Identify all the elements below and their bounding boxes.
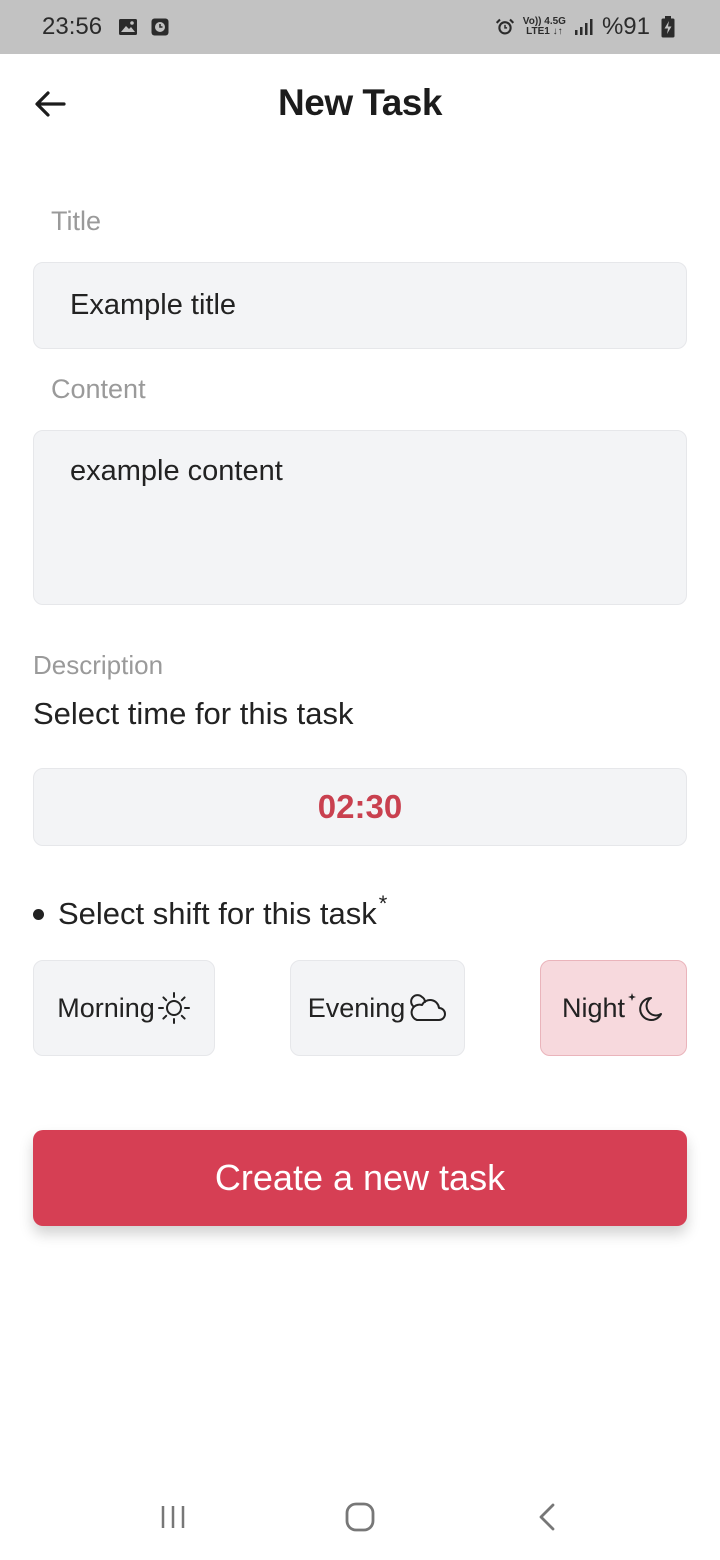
title-label: Title: [51, 206, 102, 236]
page-title: New Task: [278, 82, 442, 123]
sun-icon: [157, 992, 190, 1024]
clock-app-icon: [150, 17, 170, 37]
recent-apps-button[interactable]: [143, 1487, 203, 1547]
shift-night-label: Night: [561, 992, 626, 1023]
signal-icon: [574, 17, 594, 37]
network-bottom-text: LTE1 ↓↑: [526, 26, 563, 37]
status-bar: 23:56 Vo)) 4.5G LTE1 ↓↑ %91: [0, 0, 720, 54]
content-label: Content: [51, 374, 146, 404]
time-value: 02:30: [317, 788, 403, 825]
title-input[interactable]: Example title: [33, 262, 687, 349]
alarm-icon: [495, 17, 515, 37]
shift-evening-button[interactable]: Evening: [290, 960, 465, 1056]
moon-star-icon: [628, 993, 663, 1021]
bullet-icon: [33, 908, 44, 920]
network-indicator: Vo)) 4.5G LTE1 ↓↑: [523, 17, 566, 37]
system-nav-bar: [0, 1474, 720, 1560]
battery-charging-icon: [658, 16, 678, 38]
shift-label: Select shift for this task *: [33, 891, 387, 932]
system-back-button[interactable]: [517, 1487, 577, 1547]
status-left: 23:56: [42, 13, 170, 41]
shift-label-text: Select shift for this task: [58, 896, 377, 931]
home-icon: [345, 1502, 375, 1532]
home-button[interactable]: [330, 1487, 390, 1547]
required-mark: *: [378, 891, 388, 916]
content-textarea[interactable]: example content: [33, 430, 687, 605]
image-icon: [118, 17, 138, 37]
title-input-value: Example title: [70, 289, 237, 321]
back-icon: [539, 1503, 555, 1531]
battery-percent: %91: [601, 13, 650, 40]
cloud-icon: [410, 994, 447, 1021]
create-task-button[interactable]: Create a new task: [33, 1130, 687, 1226]
status-time: 23:56: [42, 13, 103, 40]
content-textarea-value: example content: [70, 455, 283, 487]
create-task-label: Create a new task: [214, 1157, 506, 1198]
shift-morning-label: Morning: [57, 992, 155, 1023]
app-header: New Task: [0, 54, 720, 158]
recent-apps-icon: [162, 1506, 185, 1528]
description-label: Description: [33, 650, 164, 680]
time-picker[interactable]: 02:30: [33, 768, 687, 846]
shift-evening-label: Evening: [307, 992, 406, 1023]
status-right: Vo)) 4.5G LTE1 ↓↑ %91: [495, 13, 678, 41]
description-text: Select time for this task: [33, 696, 354, 731]
shift-morning-button[interactable]: Morning: [33, 960, 215, 1056]
shift-night-button[interactable]: Night: [540, 960, 687, 1056]
